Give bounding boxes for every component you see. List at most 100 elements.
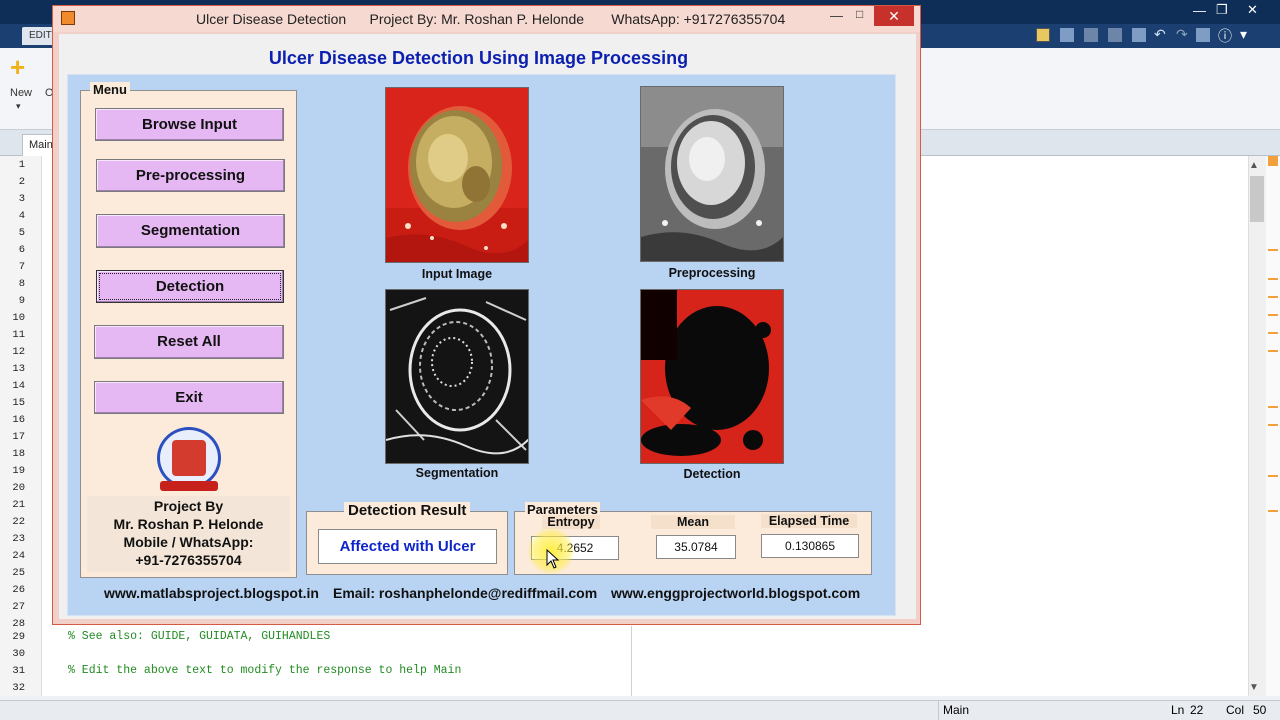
preprocessing-image-axes [640, 86, 784, 262]
warning-marker[interactable] [1268, 314, 1278, 316]
logo-ribbon [160, 481, 218, 491]
mouse-cursor-icon [546, 549, 560, 569]
cut-icon[interactable] [1084, 28, 1098, 42]
status-col-label: Col [1226, 703, 1245, 717]
status-function: Main [943, 703, 970, 717]
line-number: 29 [12, 631, 25, 643]
author-line-3: Mobile / WhatsApp: [123, 534, 254, 550]
preprocessing-caption: Preprocessing [668, 266, 756, 280]
gui-window-title: Ulcer Disease Detection Project By: Mr. … [196, 11, 786, 27]
line-number: 31 [12, 665, 25, 677]
input-image-caption: Input Image [421, 267, 493, 281]
line-number: 8 [18, 278, 25, 290]
code-line-31[interactable]: % Edit the above text to modify the resp… [68, 664, 461, 677]
contact-email[interactable]: Email: roshanphelonde@rediffmail.com [333, 585, 597, 601]
minimize-icon[interactable]: — [830, 8, 843, 23]
warning-marker[interactable] [1268, 475, 1278, 477]
scroll-down-icon[interactable]: ▼ [1249, 682, 1259, 693]
warning-marker[interactable] [1268, 510, 1278, 512]
status-bar [0, 700, 1280, 720]
line-number: 22 [12, 516, 25, 528]
quick-access-toolbar: ↶ ↷ ⓘ ▾ [1034, 26, 1268, 46]
line-number: 13 [12, 363, 25, 375]
warning-marker[interactable] [1268, 296, 1278, 298]
preprocessing-button[interactable]: Pre-processing [96, 159, 285, 192]
mean-label: Mean [651, 515, 735, 529]
segmentation-caption: Segmentation [415, 466, 499, 480]
warning-marker[interactable] [1268, 350, 1278, 352]
detection-button[interactable]: Detection [96, 270, 284, 303]
status-ln-value: 22 [1190, 703, 1204, 717]
warning-marker[interactable] [1268, 332, 1278, 334]
browse-input-button[interactable]: Browse Input [95, 108, 284, 141]
blog-link-2[interactable]: www.enggprojectworld.blogspot.com [611, 585, 860, 601]
line-number: 27 [12, 601, 25, 613]
code-line-29[interactable]: % See also: GUIDE, GUIDATA, GUIHANDLES [68, 630, 330, 643]
elapsed-time-label: Elapsed Time [761, 514, 857, 528]
matlab-logo-icon [61, 11, 75, 25]
reset-all-button[interactable]: Reset All [94, 325, 284, 359]
page-title: Ulcer Disease Detection Using Image Proc… [268, 48, 689, 68]
line-number: 15 [12, 397, 25, 409]
ide-maximize-icon[interactable]: ❐ [1216, 2, 1228, 18]
line-number: 6 [18, 244, 25, 256]
line-number: 18 [12, 448, 25, 460]
line-number: 25 [12, 567, 25, 579]
logo-emblem-icon [172, 440, 206, 476]
warning-marker[interactable] [1268, 278, 1278, 280]
menu-panel-title: Menu [90, 82, 130, 97]
switch-windows-icon[interactable] [1196, 28, 1210, 42]
undo-icon[interactable]: ↶ [1154, 26, 1166, 43]
line-number: 26 [12, 584, 25, 596]
line-number: 11 [12, 329, 25, 341]
warning-marker[interactable] [1268, 249, 1278, 251]
line-number: 2 [18, 176, 25, 188]
new-file-icon[interactable]: + [10, 54, 30, 80]
status-divider [938, 700, 939, 720]
warning-indicator-icon[interactable] [1268, 156, 1278, 166]
line-number: 21 [12, 499, 25, 511]
warning-marker[interactable] [1268, 424, 1278, 426]
save-icon[interactable] [1060, 28, 1074, 42]
copy-icon[interactable] [1108, 28, 1122, 42]
line-number: 1 [18, 159, 25, 171]
line-number: 28 [12, 618, 25, 630]
paste-icon[interactable] [1132, 28, 1146, 42]
scrollbar-thumb[interactable] [1250, 176, 1264, 222]
segmentation-button[interactable]: Segmentation [96, 214, 285, 248]
help-icon[interactable]: ⓘ [1218, 26, 1232, 46]
new-button-label[interactable]: New [10, 87, 32, 99]
exit-button[interactable]: Exit [94, 381, 284, 414]
scroll-up-icon[interactable]: ▲ [1249, 160, 1259, 171]
layout-icon[interactable] [1036, 28, 1050, 42]
warning-marker[interactable] [1268, 406, 1278, 408]
ide-minimize-icon[interactable]: — [1193, 3, 1206, 18]
line-number: 20 [12, 482, 25, 494]
author-line-2: Mr. Roshan P. Helonde [113, 516, 264, 532]
dropdown-icon[interactable]: ▾ [1240, 26, 1247, 43]
line-number-gutter: 1 2 3 4 5 6 7 8 9 10 11 12 13 14 15 16 1… [0, 156, 42, 696]
detection-caption: Detection [683, 467, 741, 481]
line-number: 32 [12, 682, 25, 694]
line-number: 10 [12, 312, 25, 324]
close-icon[interactable]: ✕ [874, 6, 914, 26]
redo-icon[interactable]: ↷ [1176, 26, 1188, 43]
new-dropdown-icon[interactable]: ▾ [16, 101, 21, 112]
line-number: 17 [12, 431, 25, 443]
line-number: 24 [12, 550, 25, 562]
input-image-axes [385, 87, 529, 263]
message-marker-bar[interactable] [1266, 156, 1280, 696]
blog-link-1[interactable]: www.matlabsproject.blogspot.in [104, 585, 319, 601]
mean-field[interactable]: 35.0784 [656, 535, 736, 559]
editor-scrollbar[interactable] [1248, 156, 1266, 696]
line-number: 14 [12, 380, 25, 392]
preprocessing-image [641, 87, 783, 261]
status-ln-label: Ln [1171, 703, 1185, 717]
maximize-icon[interactable]: □ [856, 7, 863, 21]
ide-close-icon[interactable]: ✕ [1247, 2, 1258, 18]
line-number: 16 [12, 414, 25, 426]
author-line-1: Project By [153, 498, 224, 514]
elapsed-time-field[interactable]: 0.130865 [761, 534, 859, 558]
right-margin-line [631, 626, 632, 696]
detection-result-value: Affected with Ulcer [318, 529, 497, 564]
